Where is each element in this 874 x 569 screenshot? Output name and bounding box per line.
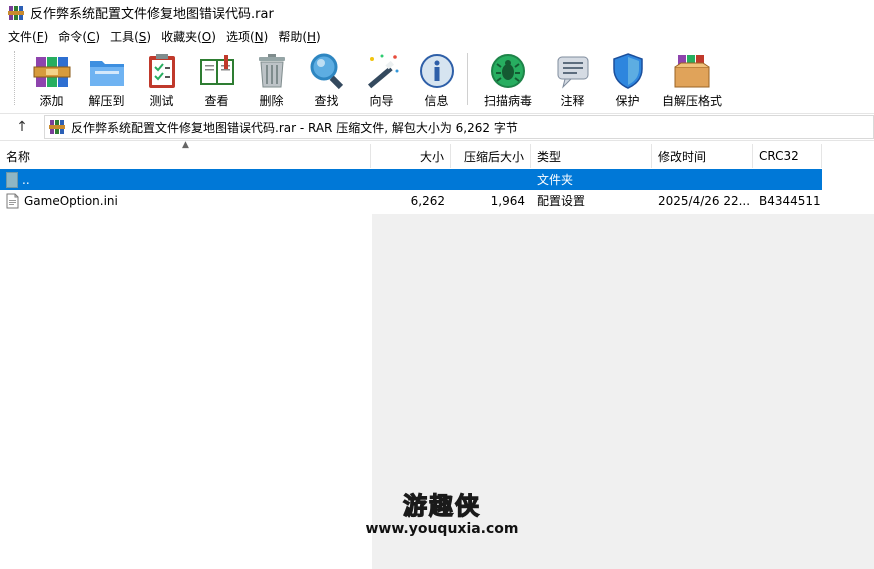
- wizard-button[interactable]: 向导: [354, 47, 409, 109]
- menu-favorites[interactable]: 收藏夹(O): [156, 28, 221, 45]
- path-field[interactable]: 反作弊系统配置文件修复地图错误代码.rar - RAR 压缩文件, 解包大小为 …: [44, 115, 874, 139]
- protect-button[interactable]: 保护: [600, 47, 655, 109]
- view-button[interactable]: 查看: [189, 47, 244, 109]
- file-modified: 2025/4/26 22...: [658, 193, 751, 208]
- archive-icon: [49, 120, 65, 134]
- add-archive-icon: [33, 57, 70, 87]
- magnifier-icon: [310, 53, 343, 90]
- virus-scan-icon: [491, 54, 525, 88]
- toolbar-grip[interactable]: [14, 51, 18, 105]
- table-row-parent-folder[interactable]: .. 文件夹: [0, 169, 822, 190]
- delete-button[interactable]: 删除: [244, 47, 299, 109]
- open-book-icon: [199, 55, 234, 85]
- up-button[interactable]: ↑: [0, 114, 44, 140]
- address-bar: ↑ 反作弊系统配置文件修复地图错误代码.rar - RAR 压缩文件, 解包大小…: [0, 113, 874, 141]
- info-button[interactable]: 信息: [409, 47, 464, 109]
- table-row-gameoption[interactable]: GameOption.ini 6,262 1,964 配置设置 2025/4/2…: [0, 190, 822, 211]
- column-type[interactable]: 类型: [531, 144, 652, 168]
- menu-commands[interactable]: 命令(C): [53, 28, 105, 45]
- find-button[interactable]: 查找: [299, 47, 354, 109]
- extract-to-button[interactable]: 解压到: [79, 47, 134, 109]
- menu-file[interactable]: 文件(F): [3, 28, 53, 45]
- menu-tools[interactable]: 工具(S): [105, 28, 156, 45]
- trash-bin-icon: [258, 54, 285, 88]
- comment-icon: [557, 56, 588, 89]
- watermark-logo: 游趣侠: [402, 491, 481, 520]
- file-size: 6,262: [410, 193, 445, 208]
- watermark-url: www.youquxia.com: [365, 521, 519, 537]
- sfx-button[interactable]: 自解压格式: [655, 47, 729, 109]
- sort-ascending-icon: ▲: [182, 140, 189, 150]
- clipboard-check-icon: [148, 54, 175, 88]
- extract-folder-icon: [89, 61, 124, 86]
- window-title: 反作弊系统配置文件修复地图错误代码.rar: [30, 7, 274, 22]
- test-button[interactable]: 测试: [134, 47, 189, 109]
- winrar-app-icon: [8, 5, 24, 20]
- menu-options[interactable]: 选项(N): [221, 28, 273, 45]
- column-header: 名称 ▲ 大小 压缩后大小 类型 修改时间 CRC32: [0, 140, 874, 168]
- arrow-up-icon: ↑: [16, 119, 28, 135]
- toolbar: 添加 解压到 测试 查看 删除 查找 向导 信息 扫描病毒 注释 保护 自解压格…: [0, 47, 874, 111]
- virus-scan-button[interactable]: 扫描病毒: [471, 47, 545, 109]
- column-size[interactable]: 大小: [371, 144, 451, 168]
- column-crc32[interactable]: CRC32: [753, 144, 822, 168]
- info-icon: [419, 54, 454, 88]
- file-packed-size: 1,964: [490, 193, 525, 208]
- menu-bar: 文件(F) 命令(C) 工具(S) 收藏夹(O) 选项(N) 帮助(H): [0, 25, 874, 47]
- comment-button[interactable]: 注释: [545, 47, 600, 109]
- title-bar: 反作弊系统配置文件修复地图错误代码.rar: [0, 0, 874, 25]
- toolbar-separator: [467, 53, 468, 105]
- shield-icon: [612, 53, 643, 89]
- column-name[interactable]: 名称 ▲: [0, 140, 371, 168]
- menu-help[interactable]: 帮助(H): [273, 28, 325, 45]
- watermark: 游趣侠 www.youquxia.com: [362, 486, 522, 538]
- file-crc32: B4344511: [759, 193, 821, 208]
- sfx-box-icon: [674, 55, 710, 88]
- archive-path: 反作弊系统配置文件修复地图错误代码.rar - RAR 压缩文件, 解包大小为 …: [71, 120, 518, 135]
- column-packed-size[interactable]: 压缩后大小: [451, 144, 531, 168]
- ini-file-icon: [6, 193, 19, 208]
- name-column-area: [0, 168, 372, 569]
- file-name: GameOption.ini: [24, 193, 118, 208]
- folder-icon: [6, 171, 18, 188]
- magic-wand-icon: [367, 54, 398, 89]
- column-modified[interactable]: 修改时间: [652, 144, 753, 168]
- file-type: 配置设置: [537, 194, 586, 208]
- add-button[interactable]: 添加: [24, 47, 79, 109]
